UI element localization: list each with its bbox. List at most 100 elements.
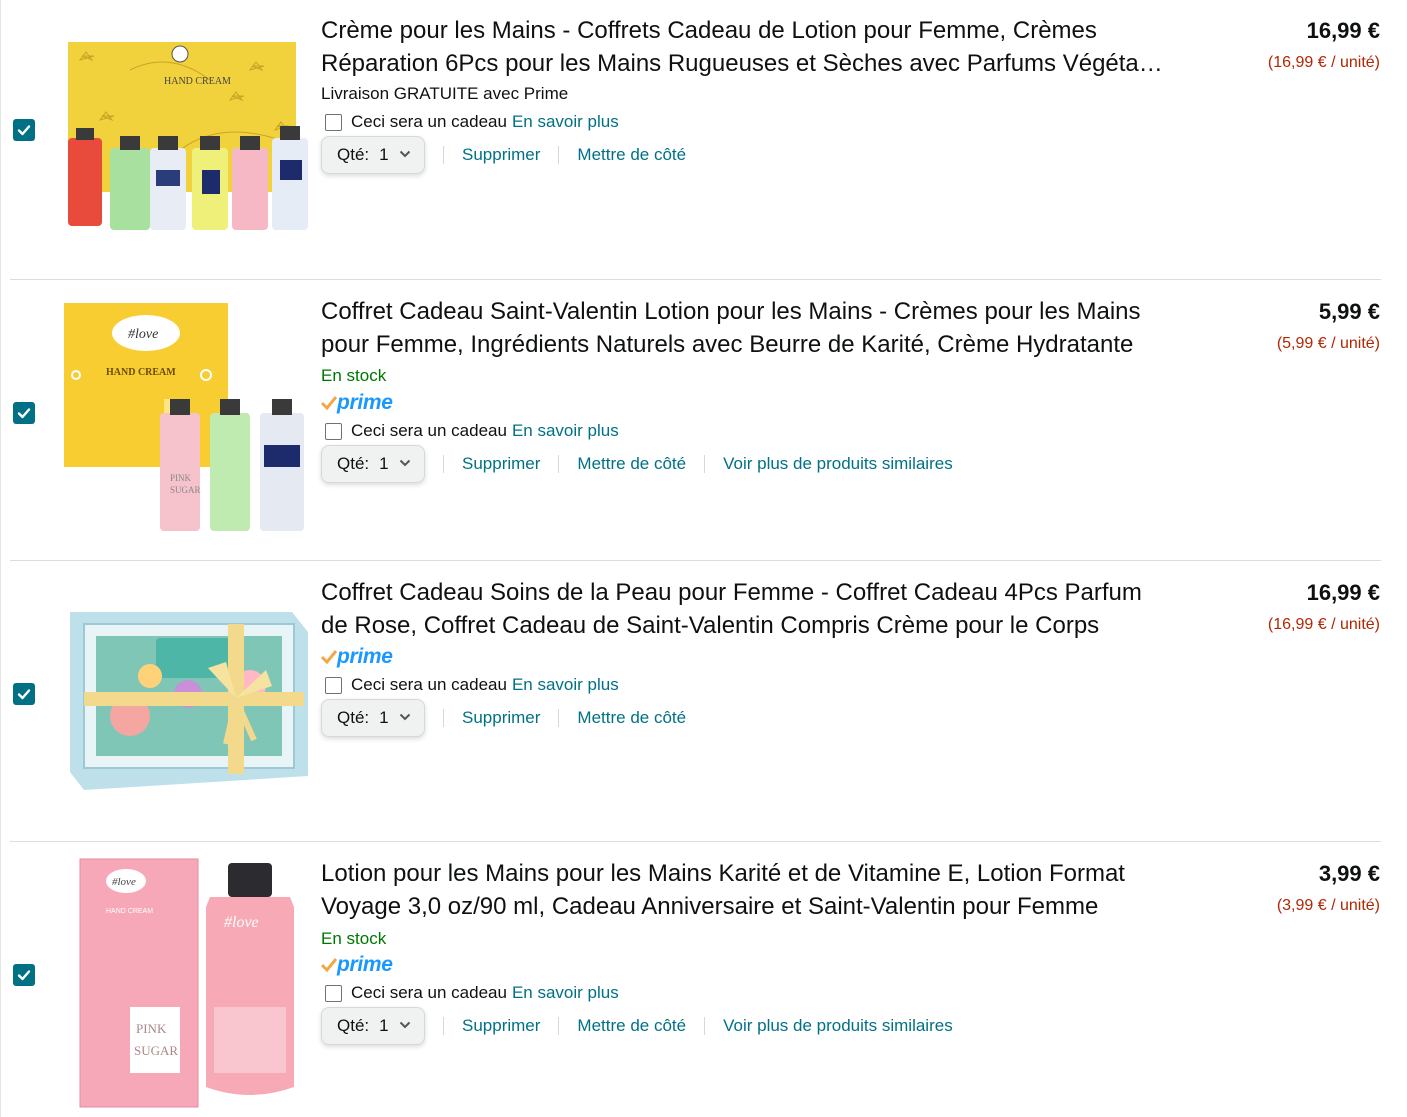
gift-option: Ceci sera un cadeau En savoir plus (325, 675, 619, 695)
chevron-down-icon (399, 150, 410, 158)
save-for-later-link[interactable]: Mettre de côté (577, 708, 686, 728)
prime-check-icon (321, 958, 337, 972)
gift-learn-more-link[interactable]: En savoir plus (512, 421, 619, 441)
cart-item: #love HAND CREAM PINK SUGAR #love Lotion… (0, 843, 1407, 1117)
product-price: 3,99 € (1318, 861, 1380, 886)
unit-price: (16,99 € / unité) (1267, 616, 1380, 633)
item-checkbox[interactable] (13, 119, 35, 141)
delete-action: Supprimer (425, 708, 540, 728)
delete-action: Supprimer (425, 454, 540, 474)
gift-learn-more-link[interactable]: En savoir plus (512, 983, 619, 1003)
qty-value: 1 (379, 708, 389, 727)
product-title[interactable]: Coffret Cadeau Saint-Valentin Lotion pou… (321, 295, 1171, 361)
quantity-dropdown[interactable]: Qté: 1 (321, 1007, 425, 1045)
prime-badge: prime (321, 953, 393, 977)
qty-value: 1 (379, 1016, 389, 1035)
chevron-down-icon (399, 459, 410, 467)
divider (558, 455, 560, 473)
item-actions: Qté: 1 Supprimer Mettre de côté (321, 135, 686, 175)
product-title[interactable]: Crème pour les Mains - Coffrets Cadeau d… (321, 14, 1171, 80)
delete-link[interactable]: Supprimer (462, 145, 540, 165)
gift-label: Ceci sera un cadeau (351, 112, 507, 131)
divider (443, 146, 444, 164)
save-for-later-link[interactable]: Mettre de côté (577, 145, 686, 165)
cart-item: HAND CREAM Crème pour les Mains - Coffre… (0, 0, 1407, 281)
product-price: 5,99 € (1318, 299, 1380, 324)
save-for-later-link[interactable]: Mettre de côté (577, 454, 686, 474)
quantity-dropdown[interactable]: Qté: 1 (321, 136, 425, 174)
similar-action: Voir plus de produits similaires (686, 454, 953, 474)
see-similar-link[interactable]: Voir plus de produits similaires (723, 1016, 953, 1036)
gift-checkbox[interactable] (325, 422, 342, 440)
cart-item: Coffret Cadeau Soins de la Peau pour Fem… (0, 562, 1407, 843)
delete-action: Supprimer (425, 1016, 540, 1036)
gift-checkbox[interactable] (325, 676, 342, 694)
similar-action: Voir plus de produits similaires (686, 1016, 953, 1036)
gift-label: Ceci sera un cadeau (351, 983, 507, 1002)
item-checkbox[interactable] (13, 964, 35, 986)
tube-brand: #love (224, 914, 259, 931)
item-divider (10, 279, 1381, 280)
gift-learn-more-link[interactable]: En savoir plus (512, 112, 619, 132)
qty-value: 1 (379, 145, 389, 164)
qty-label: Qté: (337, 454, 370, 473)
check-icon (17, 689, 31, 700)
gift-label: Ceci sera un cadeau (351, 421, 507, 440)
check-icon (17, 970, 31, 981)
qty-label: Qté: (337, 708, 370, 727)
item-checkbox[interactable] (13, 683, 35, 705)
gift-label: Ceci sera un cadeau (351, 675, 507, 694)
quantity-dropdown[interactable]: Qté: 1 (321, 445, 425, 483)
save-action: Mettre de côté (540, 145, 686, 165)
check-icon (17, 408, 31, 419)
unit-price: (3,99 € / unité) (1276, 897, 1380, 914)
gift-learn-more-link[interactable]: En savoir plus (512, 675, 619, 695)
prime-badge: prime (321, 645, 393, 669)
delivery-info: Livraison GRATUITE avec Prime (321, 84, 569, 103)
gift-checkbox[interactable] (325, 113, 342, 131)
prime-badge: prime (321, 391, 393, 415)
divider (704, 1017, 706, 1035)
delete-action: Supprimer (425, 145, 540, 165)
tube-label: PINK (170, 473, 192, 483)
chevron-down-icon (399, 1021, 410, 1029)
item-checkbox[interactable] (13, 402, 35, 424)
hand-cream-gift-set-icon: #love HAND CREAM PINK SUGAR (64, 303, 304, 531)
divider (443, 1017, 444, 1035)
rose-gift-box-icon (70, 612, 308, 790)
save-action: Mettre de côté (540, 454, 686, 474)
unit-price: (5,99 € / unité) (1276, 335, 1380, 352)
stock-status: En stock (321, 366, 387, 385)
item-actions: Qté: 1 Supprimer Mettre de côté Voir plu… (321, 444, 953, 484)
product-title[interactable]: Coffret Cadeau Soins de la Peau pour Fem… (321, 576, 1171, 642)
save-action: Mettre de côté (540, 708, 686, 728)
divider (558, 146, 560, 164)
product-title[interactable]: Lotion pour les Mains pour les Mains Kar… (321, 857, 1171, 923)
product-image[interactable]: #love HAND CREAM PINK SUGAR (60, 295, 312, 535)
brand-text: #love (112, 876, 136, 888)
delete-link[interactable]: Supprimer (462, 454, 540, 474)
see-similar-link[interactable]: Voir plus de produits similaires (723, 454, 953, 474)
tube-label: SUGAR (170, 485, 201, 495)
box-label: HAND CREAM (164, 76, 231, 87)
gift-checkbox[interactable] (325, 984, 342, 1002)
product-image[interactable]: HAND CREAM (60, 0, 312, 240)
divider (558, 709, 560, 727)
qty-value: 1 (379, 454, 389, 473)
prime-logo: prime (337, 645, 393, 668)
save-for-later-link[interactable]: Mettre de côté (577, 1016, 686, 1036)
qty-label: Qté: (337, 145, 370, 164)
product-image[interactable]: #love HAND CREAM PINK SUGAR #love (60, 857, 312, 1109)
item-divider (10, 560, 1381, 561)
delete-link[interactable]: Supprimer (462, 1016, 540, 1036)
check-icon (17, 125, 31, 136)
gift-option: Ceci sera un cadeau En savoir plus (325, 112, 619, 132)
delete-link[interactable]: Supprimer (462, 708, 540, 728)
product-image[interactable] (60, 576, 312, 816)
gift-option: Ceci sera un cadeau En savoir plus (325, 983, 619, 1003)
chevron-down-icon (399, 713, 410, 721)
product-price: 16,99 € (1306, 580, 1380, 605)
quantity-dropdown[interactable]: Qté: 1 (321, 699, 425, 737)
item-actions: Qté: 1 Supprimer Mettre de côté (321, 698, 686, 738)
divider (443, 709, 444, 727)
